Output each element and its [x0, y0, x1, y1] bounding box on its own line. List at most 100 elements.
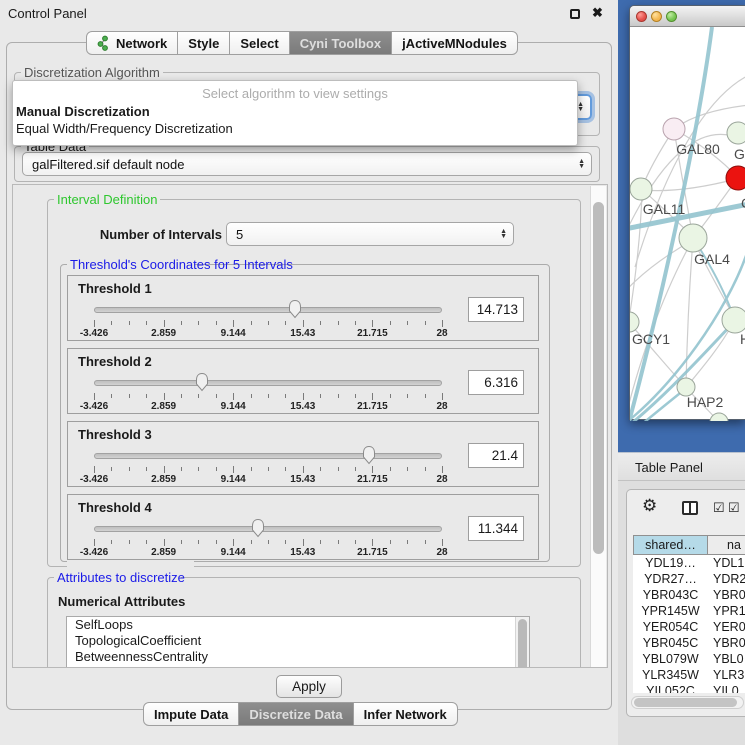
threshold-panel: Threshold 2-3.4262.8599.14415.4321.71528… [67, 348, 539, 414]
checkbox-icon[interactable]: ☑ [728, 500, 740, 516]
threshold-slider-track[interactable] [94, 526, 442, 532]
network-node[interactable] [679, 224, 707, 252]
cell-name: YPR1 [708, 603, 745, 619]
settings-scrollbar-thumb[interactable] [593, 202, 604, 554]
float-window-icon[interactable] [570, 9, 580, 19]
table-row[interactable]: YBR045CYBR0 [633, 635, 745, 651]
axis-tick [94, 320, 95, 327]
attribute-list-item[interactable]: SelfLoops [67, 617, 529, 633]
network-node[interactable] [630, 312, 639, 332]
table-row[interactable]: YPR145WYPR1 [633, 603, 745, 619]
axis-tick-label: 28 [414, 474, 470, 485]
table-row[interactable]: YER054CYER0 [633, 619, 745, 635]
cell-shared-name: YDR27… [633, 571, 708, 587]
network-node[interactable] [727, 122, 745, 144]
threshold-slider-thumb[interactable] [194, 372, 210, 392]
network-node[interactable] [630, 178, 652, 200]
number-of-intervals-label: Number of Intervals [86, 227, 222, 242]
axis-tick [268, 467, 269, 471]
list-scrollbar[interactable] [515, 617, 529, 668]
network-node[interactable] [663, 118, 685, 140]
close-traffic-light[interactable] [636, 11, 647, 22]
tab-cyni-toolbox[interactable]: Cyni Toolbox [289, 31, 392, 55]
combo-stepper-icon[interactable]: ▲ ▼ [578, 159, 585, 169]
zoom-traffic-light[interactable] [666, 11, 677, 22]
combo-stepper-icon[interactable]: ▲ ▼ [577, 102, 584, 112]
table-row[interactable]: YLR345WYLR3 [633, 667, 745, 683]
table-row[interactable]: YDL19…YDL1 [633, 555, 745, 571]
network-icon [97, 35, 111, 51]
axis-tick [390, 467, 391, 471]
table-row[interactable]: YBL079WYBL0 [633, 651, 745, 667]
axis-tick [338, 321, 339, 325]
network-node-label: GAL4 [694, 251, 730, 267]
apply-button[interactable]: Apply [276, 675, 342, 698]
threshold-slider-track[interactable] [94, 453, 442, 459]
threshold-slider-thumb[interactable] [361, 445, 377, 465]
tab-impute-data[interactable]: Impute Data [143, 702, 239, 726]
tab-discretize-data[interactable]: Discretize Data [238, 702, 353, 726]
table-data-combo[interactable]: galFiltered.sif default node ▲ ▼ [22, 152, 592, 176]
network-node[interactable] [726, 166, 745, 190]
tab-select[interactable]: Select [229, 31, 289, 55]
axis-tick [164, 393, 165, 400]
close-icon[interactable]: ✖ [592, 5, 603, 21]
checkbox-icon[interactable]: ☑ [713, 500, 725, 516]
axis-tick [320, 321, 321, 325]
threshold-slider-thumb[interactable] [250, 518, 266, 538]
algorithm-option[interactable]: Manual Discretization [13, 103, 577, 120]
table-row[interactable]: YIL052CYIL0 [633, 683, 745, 693]
threshold-slider-thumb[interactable] [287, 299, 303, 319]
axis-tick [303, 466, 304, 473]
axis-tick [338, 540, 339, 544]
axis-tick-label: 9.144 [205, 401, 261, 412]
table-row[interactable]: YBR043CYBR0 [633, 587, 745, 603]
table-hscrollbar-thumb[interactable] [634, 698, 737, 707]
tab-infer-network[interactable]: Infer Network [353, 702, 458, 726]
tab-network[interactable]: Network [86, 31, 178, 55]
algorithm-option[interactable]: Equal Width/Frequency Discretization [13, 120, 577, 137]
table-panel-window: ⚙ ☑ ☑ shared… na YDL19…YDL1YDR27…YDR2YBR… [626, 489, 745, 717]
split-columns-icon[interactable] [682, 501, 698, 515]
axis-tick [425, 321, 426, 325]
table-row[interactable]: YDR27…YDR2 [633, 571, 745, 587]
axis-tick [251, 394, 252, 398]
cell-name: YBR0 [708, 635, 745, 651]
axis-tick [390, 394, 391, 398]
axis-tick-label: 9.144 [205, 547, 261, 558]
threshold-slider-track[interactable] [94, 380, 442, 386]
gear-icon[interactable]: ⚙ [642, 496, 657, 516]
minimize-traffic-light[interactable] [651, 11, 662, 22]
threshold-value-input[interactable]: 11.344 [468, 516, 524, 541]
attribute-list-item[interactable]: BetweennessCentrality [67, 649, 529, 665]
tab-style[interactable]: Style [177, 31, 230, 55]
axis-tick [111, 467, 112, 471]
threshold-label: Threshold 3 [78, 427, 152, 442]
column-header-name[interactable]: na [708, 535, 745, 555]
number-of-intervals-spinner[interactable]: 5 ▲ ▼ [226, 222, 514, 246]
network-node[interactable] [722, 307, 745, 333]
axis-tick [111, 540, 112, 544]
axis-tick [390, 540, 391, 544]
attribute-list-item[interactable]: TopologicalCoefficient [67, 633, 529, 649]
threshold-slider-track[interactable] [94, 307, 442, 313]
list-scrollbar-thumb[interactable] [518, 619, 527, 668]
column-header-shared[interactable]: shared… [633, 535, 708, 555]
axis-tick [285, 540, 286, 544]
tab-label: jActiveMNodules [402, 36, 507, 51]
network-canvas[interactable]: GAL80GACGAL11GAL4GCY1HHAP2 [630, 27, 745, 421]
tab-jactivemnodules[interactable]: jActiveMNodules [391, 31, 518, 55]
network-node[interactable] [710, 413, 728, 421]
axis-tick [407, 467, 408, 471]
threshold-panel: Threshold 4-3.4262.8599.14415.4321.71528… [67, 494, 539, 560]
settings-scrollbar[interactable] [590, 186, 606, 668]
tab-label: Impute Data [154, 707, 228, 722]
cell-name: YLR3 [708, 667, 745, 683]
threshold-value-input[interactable]: 14.713 [468, 297, 524, 322]
axis-tick-label: 28 [414, 328, 470, 339]
table-hscrollbar[interactable] [631, 696, 744, 709]
spinner-stepper-icon[interactable]: ▲ ▼ [500, 229, 507, 239]
cell-shared-name: YDL19… [633, 555, 708, 571]
threshold-value-input[interactable]: 6.316 [468, 370, 524, 395]
threshold-value-input[interactable]: 21.4 [468, 443, 524, 468]
